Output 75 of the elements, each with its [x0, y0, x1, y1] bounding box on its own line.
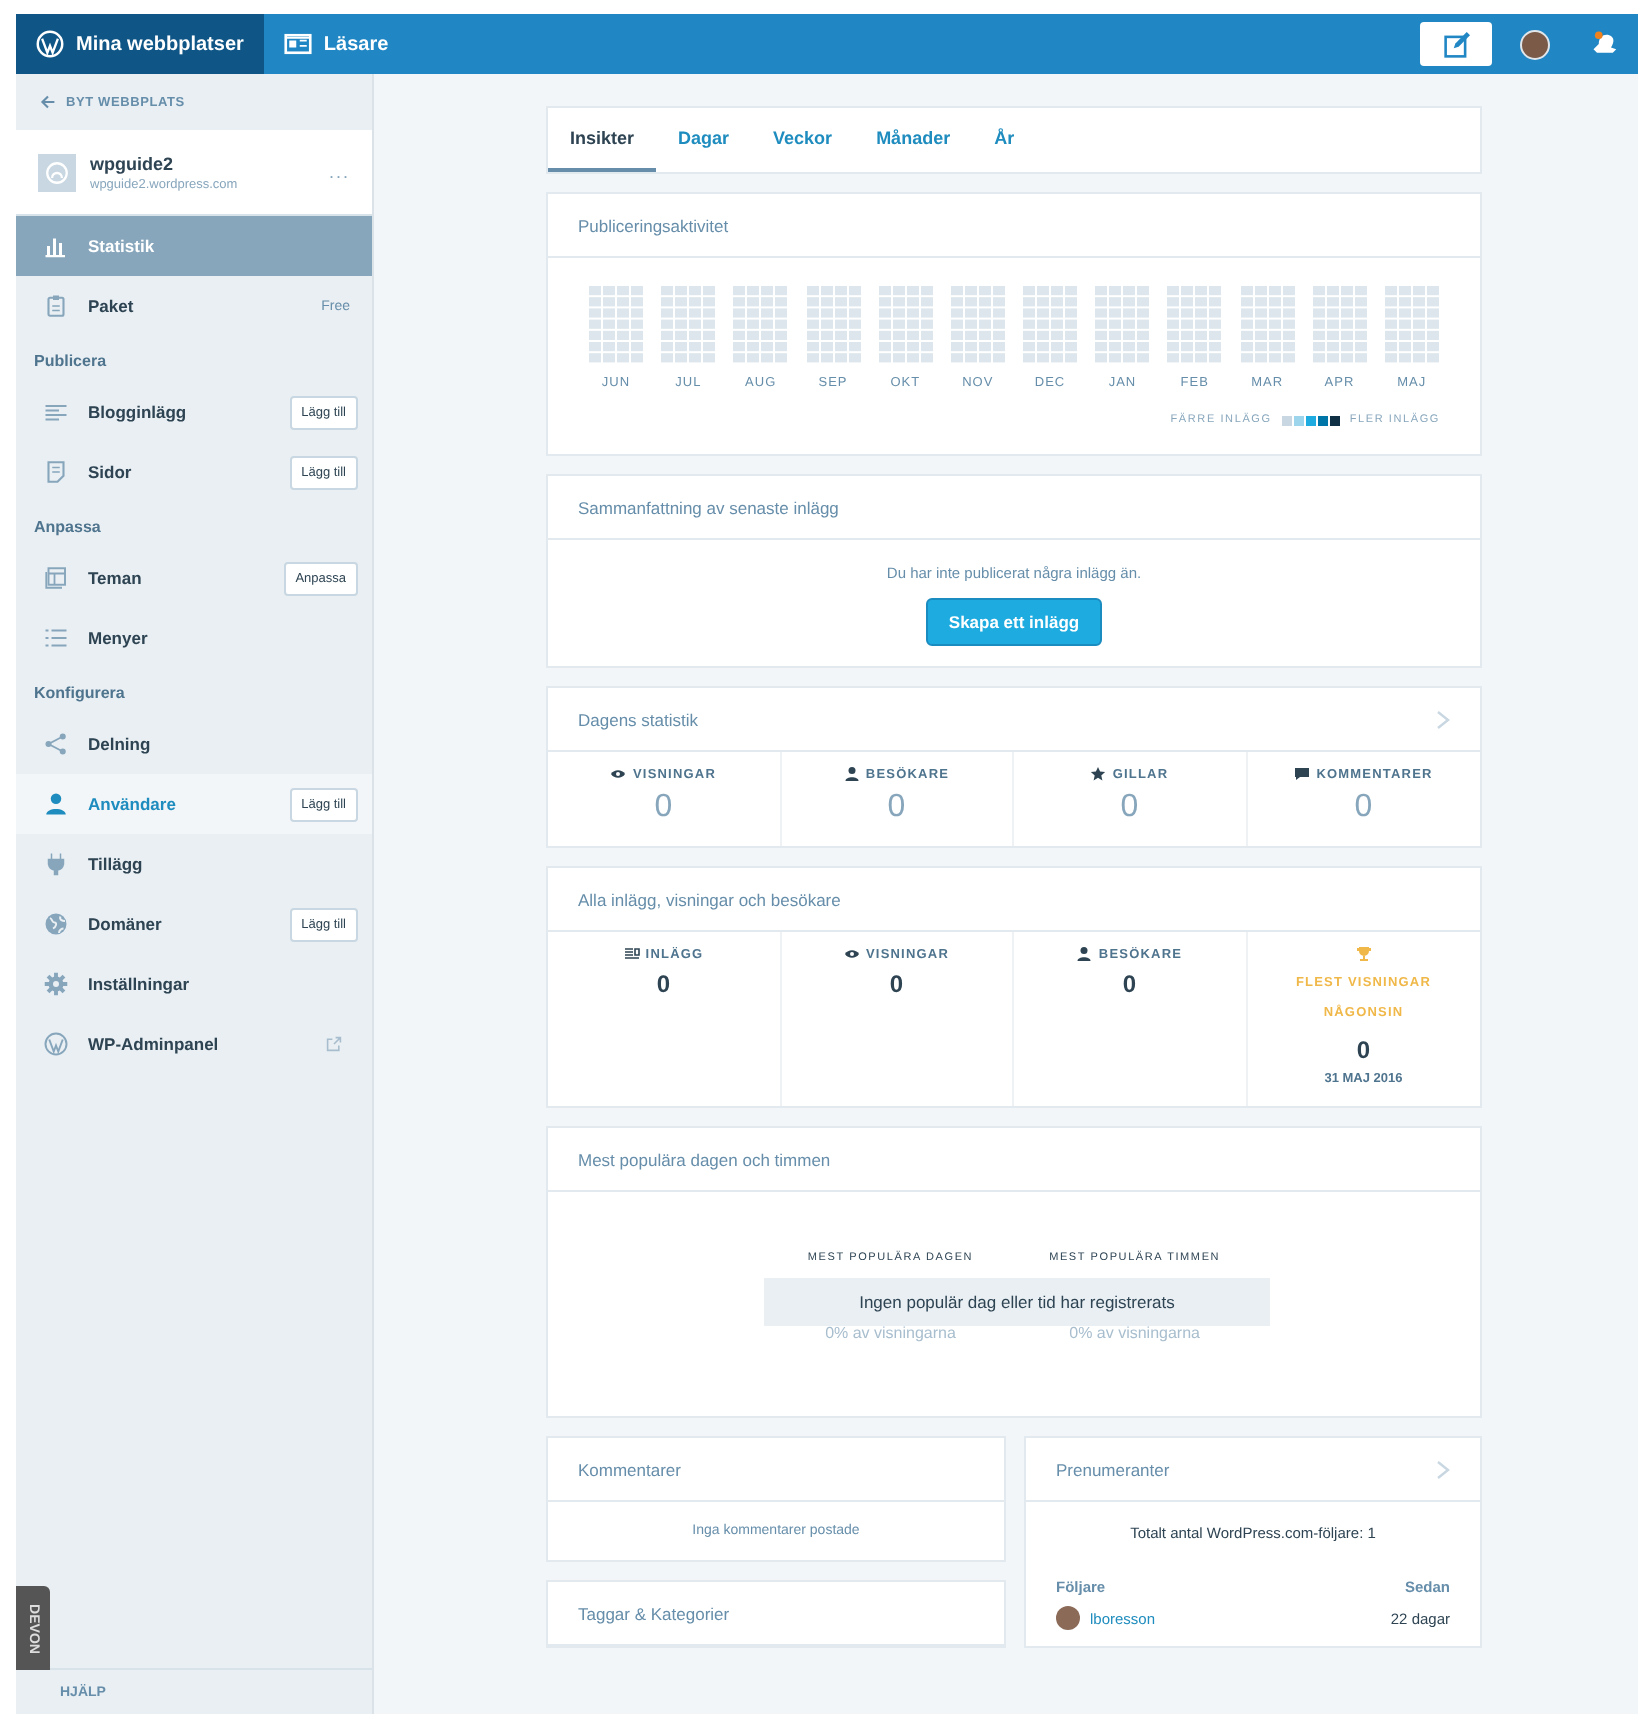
heatmap-grid	[588, 286, 644, 364]
eye-icon	[610, 766, 627, 782]
heatmap-grid	[877, 286, 934, 364]
wordpress-logo-icon	[36, 30, 64, 58]
section-heading: Anpassa	[32, 516, 103, 540]
person-icon	[843, 766, 860, 782]
card-title: Taggar & Kategorier	[578, 1603, 730, 1623]
pencil-icon	[1443, 31, 1469, 57]
layout-icon	[44, 566, 68, 590]
card-title: Prenumeranter	[1056, 1459, 1170, 1479]
sidebar-item[interactable]: Delning	[16, 714, 372, 774]
period-tab[interactable]: Insikter	[548, 108, 657, 172]
star-icon	[1090, 766, 1107, 782]
person-icon	[44, 792, 68, 816]
card-title: Sammanfattning av senaste inlägg	[578, 497, 839, 517]
stat-value: 0	[889, 970, 904, 998]
heatmap-grid	[1094, 286, 1151, 364]
heatmap-grid	[949, 286, 1006, 364]
section-heading: Publicera	[32, 350, 109, 374]
section-heading: Konfigurera	[32, 682, 127, 706]
speech-bubble-icon	[1294, 766, 1311, 782]
stat-value: 0	[656, 970, 671, 998]
sidebar-item[interactable]: Inställningar	[16, 954, 372, 1014]
heatmap-grid	[1311, 286, 1368, 364]
card-title: Dagens statistik	[578, 709, 698, 729]
globe-icon	[44, 912, 68, 936]
heatmap-grid	[1022, 286, 1079, 364]
legend-scale-drawing	[1281, 415, 1340, 425]
site-name: wpguide2	[90, 153, 176, 173]
back-arrow-icon	[40, 94, 56, 110]
sidebar-item[interactable]: Menyer	[16, 608, 372, 668]
card-title: Kommentarer	[578, 1459, 681, 1479]
heatmap-grid	[1166, 286, 1223, 364]
chevron-right-icon	[1434, 1459, 1450, 1479]
card-title: Publiceringsaktivitet	[578, 215, 729, 235]
stat-value: 0	[1122, 970, 1137, 998]
heatmap-grid	[660, 286, 717, 364]
clipboard-icon	[44, 294, 68, 318]
popular-day-share: 0% av visningarna	[825, 1324, 956, 1342]
sidebar-item[interactable]: Tillägg	[16, 834, 372, 894]
heatmap-grid	[1383, 286, 1440, 364]
posts-icon	[44, 400, 68, 424]
avatar	[1056, 1606, 1080, 1630]
sidebar-item[interactable]: WP-Adminpanel	[16, 1014, 372, 1074]
avatar[interactable]	[1520, 29, 1550, 59]
bar-chart-icon	[44, 234, 68, 258]
wordpress-logo-icon	[44, 1032, 68, 1056]
reader-button[interactable]: Läsare	[263, 14, 409, 74]
person-icon	[1076, 946, 1093, 962]
period-tab[interactable]: Månader	[854, 108, 973, 172]
trophy-icon	[1355, 946, 1372, 962]
gear-icon	[44, 972, 68, 996]
plug-icon	[44, 852, 68, 876]
popular-hour-share: 0% av visningarna	[1069, 1324, 1200, 1342]
write-button[interactable]	[1420, 22, 1492, 66]
period-tab[interactable]: År	[972, 108, 1037, 172]
list-icon	[44, 626, 68, 650]
heatmap-grid	[1239, 286, 1296, 364]
share-icon	[44, 732, 68, 756]
period-tab[interactable]: Veckor	[751, 108, 855, 172]
site-icon	[38, 153, 76, 191]
eye-icon	[843, 946, 860, 962]
chevron-right-icon	[1434, 709, 1450, 729]
period-tab[interactable]: Dagar	[656, 108, 752, 172]
empty-notice: Ingen populär dag eller tid har registrerats	[764, 1278, 1270, 1326]
posts-icon	[623, 946, 640, 962]
reader-icon	[283, 30, 312, 58]
card-title: Alla inlägg, visningar och besökare	[578, 889, 841, 909]
stat-value: 0	[1356, 1036, 1371, 1064]
page-icon	[44, 460, 68, 484]
heatmap-grid	[805, 286, 862, 364]
notification-bell-icon[interactable]	[1590, 30, 1618, 58]
heatmap-grid	[732, 286, 789, 364]
card-title: Mest populära dagen och timmen	[578, 1149, 831, 1169]
my-sites-button[interactable]: Mina webbplatser	[16, 14, 264, 74]
